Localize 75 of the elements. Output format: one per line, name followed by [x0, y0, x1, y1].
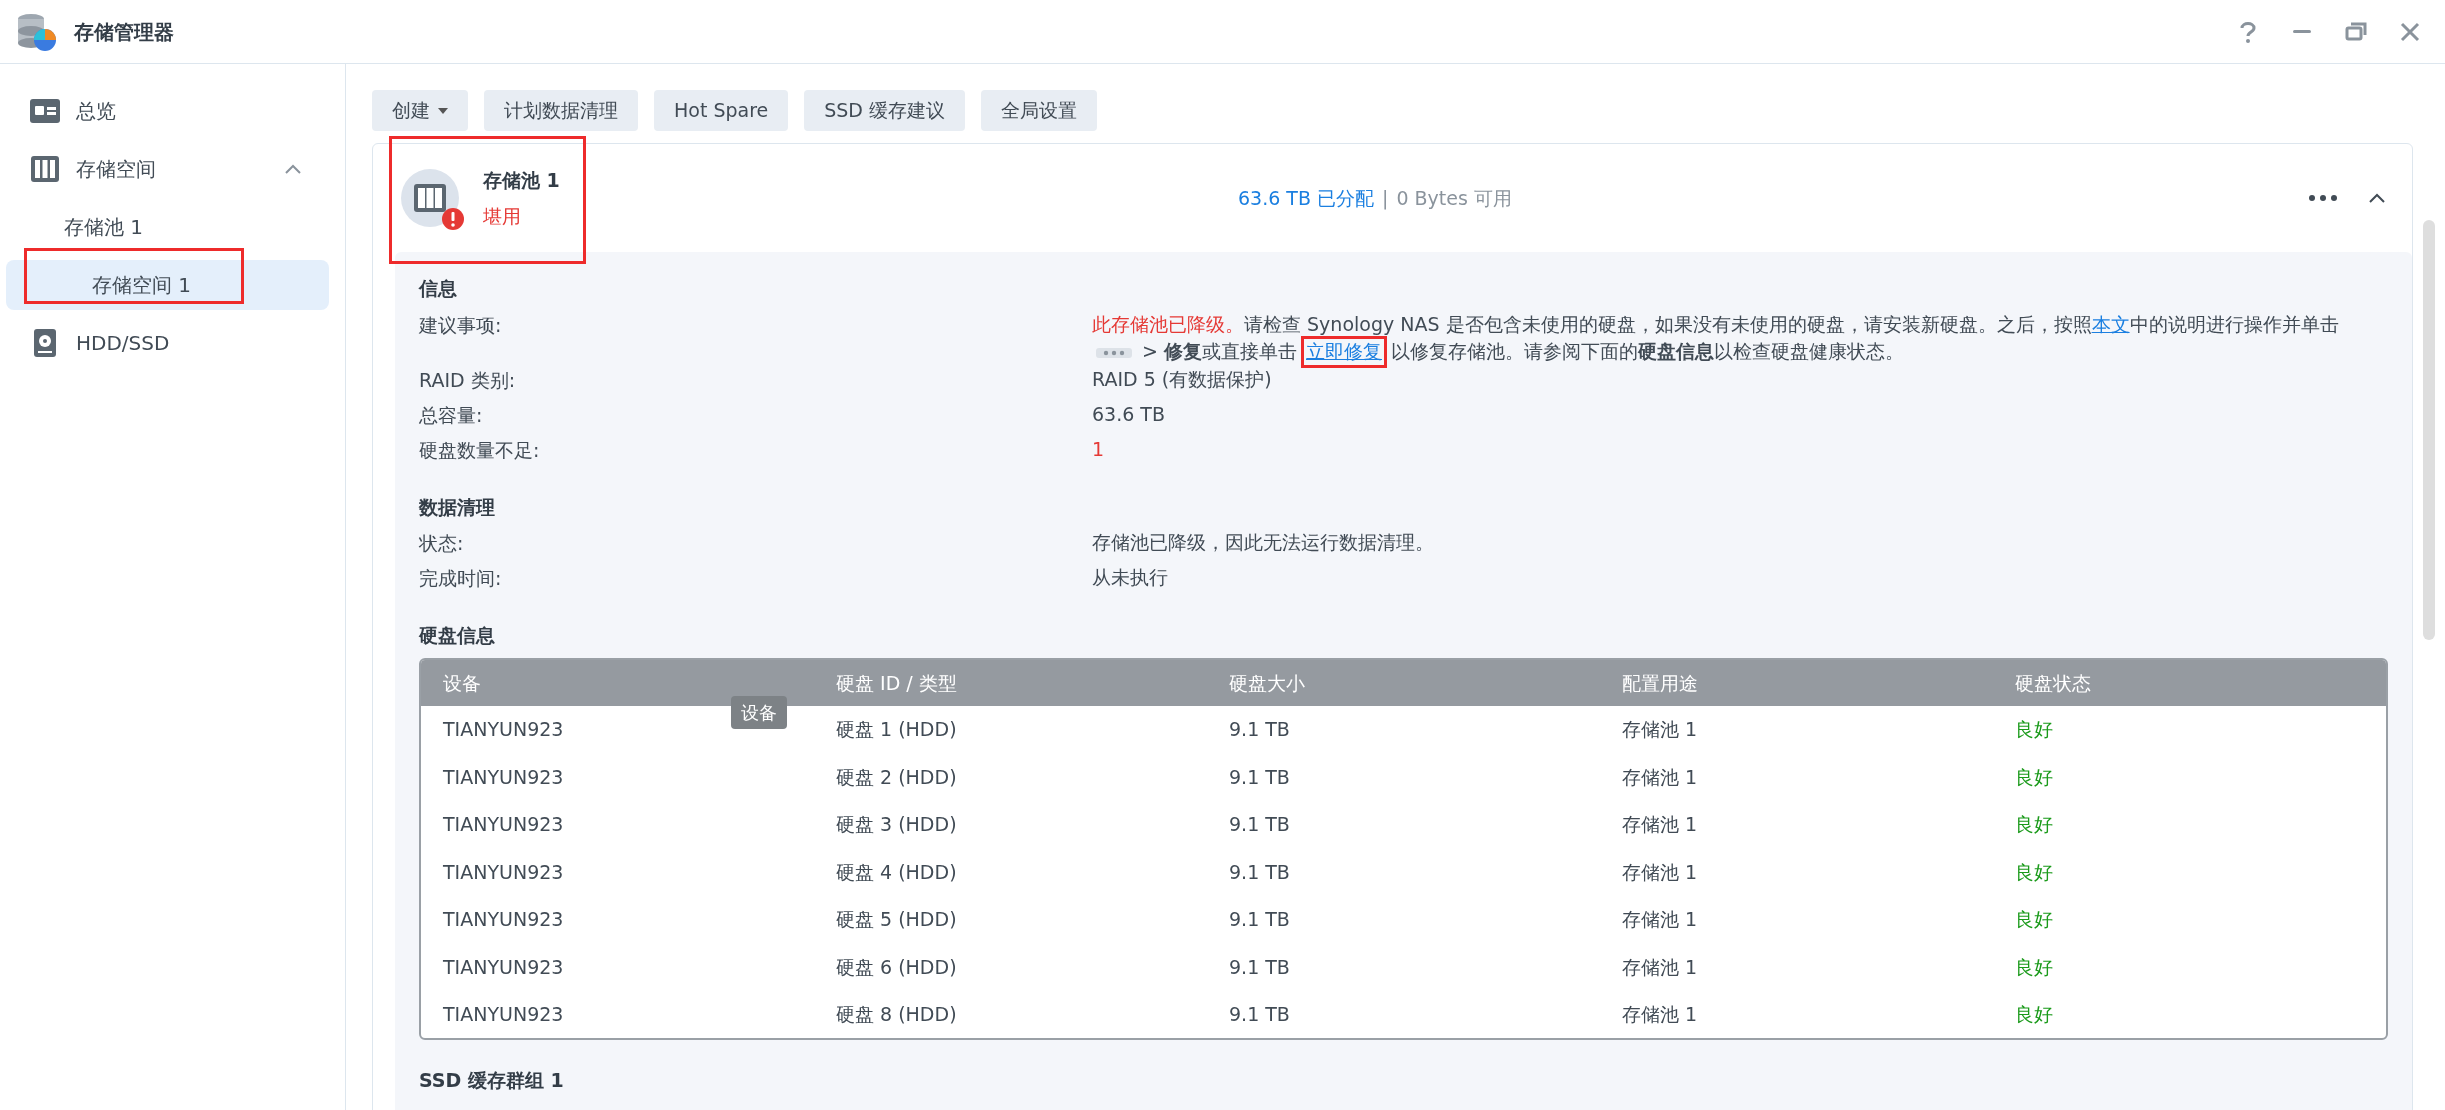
- pool-status: 堪用: [483, 204, 522, 230]
- table-cell-text: 存储池 1: [1622, 859, 1698, 885]
- table-cell-text: 良好: [2015, 907, 2053, 933]
- more-icon: [2308, 194, 2338, 203]
- separator: |: [1382, 185, 1389, 212]
- table-cell-text: TIANYUN923: [443, 764, 564, 790]
- section-title: 信息: [419, 276, 458, 302]
- table-cell-text: 良好: [2015, 859, 2053, 885]
- field-label: 硬盘数量不足:: [419, 437, 541, 463]
- table-cell-text: TIANYUN923: [443, 954, 564, 980]
- minimize-icon: [2293, 30, 2311, 34]
- toolbar-button[interactable]: SSD 缓存建议: [804, 90, 966, 132]
- table-cell-text: TIANYUN923: [443, 859, 564, 885]
- table-cell-text: TIANYUN923: [443, 812, 564, 838]
- toolbar-button[interactable]: 计划数据清理: [484, 90, 638, 132]
- link[interactable]: 本文: [2091, 312, 2130, 335]
- table-cell-text: 良好: [2015, 717, 2053, 743]
- sidebar-item[interactable]: HDD/SSD: [6, 318, 329, 369]
- table-cell-text: 良好: [2015, 1002, 2053, 1028]
- storage-icon: [413, 183, 447, 214]
- sidebar-item[interactable]: 存储空间 1: [6, 260, 329, 311]
- table-cell-text: 硬盘 3 (HDD): [836, 812, 957, 838]
- table-cell-text: 存储池 1: [1622, 812, 1698, 838]
- allocated-capacity: 63.6 TB 已分配: [1237, 185, 1374, 211]
- field-value: 存储池已降级，因此无法运行数据清理。: [1092, 531, 1434, 554]
- table-cell-text: 硬盘 8 (HDD): [836, 1002, 957, 1028]
- field-label: 状态:: [419, 531, 465, 557]
- table-cell-text: 9.1 TB: [1229, 1002, 1290, 1028]
- table-cell-text: 硬盘 2 (HDD): [836, 764, 957, 790]
- pool-name: 存储池 1: [483, 167, 560, 193]
- field-label: 完成时间:: [419, 566, 503, 592]
- table-cell-text: TIANYUN923: [443, 1002, 564, 1028]
- scrollbar[interactable]: [2423, 220, 2435, 641]
- advice-text: 此存储池已降级。请检查 Synology NAS 是否包含未使用的硬盘，如果没有未使用的硬盘，请安装新硬盘。之后，按照本文中的说明进行操作并单击 > 修复或直接单击 立即修复 以修复存储池。请参阅下面的硬盘信息以检查硬盘健康状态。: [1092, 310, 2382, 366]
- tooltip: 设备: [731, 695, 787, 729]
- sidebar-item[interactable]: 总览: [6, 86, 329, 137]
- available-capacity: 0 Bytes 可用: [1396, 185, 1512, 211]
- table-cell-text: 硬盘 6 (HDD): [836, 954, 957, 980]
- sidebar-item[interactable]: 存储空间: [6, 144, 329, 195]
- link[interactable]: 立即修复: [1306, 340, 1382, 363]
- toolbar-button[interactable]: 全局设置: [981, 90, 1098, 132]
- table-cell-text: 良好: [2015, 954, 2053, 980]
- field-value: 1: [1092, 437, 1105, 460]
- field-value: 63.6 TB: [1092, 402, 1165, 425]
- table-cell-text: 9.1 TB: [1229, 859, 1290, 885]
- table-cell-text: 存储池 1: [1622, 907, 1698, 933]
- field-value: 从未执行: [1092, 566, 1168, 589]
- field-label: RAID 类别:: [419, 367, 517, 393]
- table-cell-text: 9.1 TB: [1229, 764, 1290, 790]
- table-cell-text: 存储池 1: [1622, 717, 1698, 743]
- table-cell-text: 硬盘 5 (HDD): [836, 907, 957, 933]
- table-cell-text: 9.1 TB: [1229, 954, 1290, 980]
- table-cell-text: 硬盘 4 (HDD): [836, 859, 957, 885]
- section-title: 硬盘信息: [419, 623, 496, 649]
- table-cell-text: TIANYUN923: [443, 907, 564, 933]
- table-cell-text: 9.1 TB: [1229, 812, 1290, 838]
- table-cell-text: 良好: [2015, 812, 2053, 838]
- toolbar-button[interactable]: Hot Spare: [654, 90, 789, 132]
- section-title: 数据清理: [419, 494, 496, 520]
- table-cell-text: TIANYUN923: [443, 717, 564, 743]
- field-value: RAID 5 (有数据保护): [1092, 367, 1272, 390]
- table-cell-text: 存储池 1: [1622, 954, 1698, 980]
- table-cell-text: 存储池 1: [1622, 764, 1698, 790]
- table-cell-text: 9.1 TB: [1229, 717, 1290, 743]
- window-title: 存储管理器: [74, 18, 174, 46]
- table-cell-text: 存储池 1: [1622, 1002, 1698, 1028]
- table-cell-text: 硬盘 1 (HDD): [836, 717, 957, 743]
- table-cell-text: 9.1 TB: [1229, 907, 1290, 933]
- table-cell-text: 良好: [2015, 764, 2053, 790]
- sidebar-item[interactable]: 存储池 1: [6, 202, 329, 253]
- more-icon[interactable]: [1102, 349, 1126, 356]
- toolbar-button[interactable]: 创建: [372, 90, 468, 132]
- section-title: SSD 缓存群组 1: [419, 1068, 565, 1094]
- field-label: 建议事项:: [419, 312, 503, 338]
- field-label: 总容量:: [419, 402, 484, 428]
